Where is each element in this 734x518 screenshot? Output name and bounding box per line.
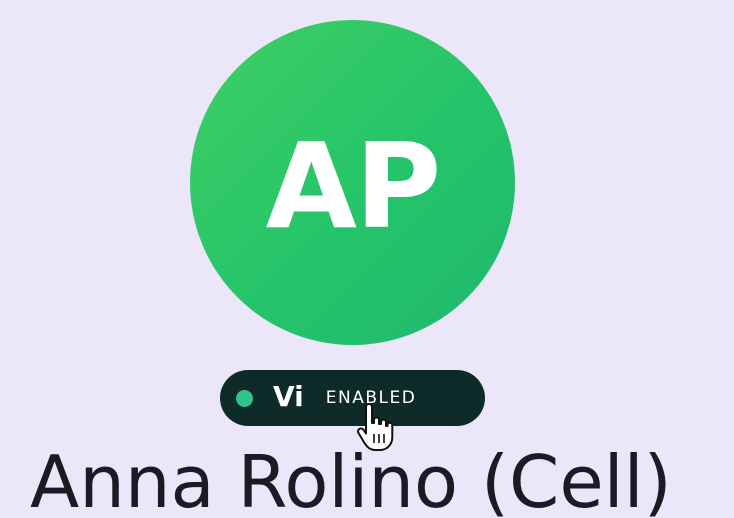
contact-name: Anna Rolino (Cell): [30, 446, 672, 518]
badge-brand-label: Vi: [273, 380, 304, 413]
vi-enabled-badge[interactable]: Vi ENABLED: [220, 370, 485, 426]
contact-avatar: AP: [190, 20, 515, 345]
avatar-initials: AP: [265, 116, 442, 255]
badge-status-label: ENABLED: [325, 387, 417, 408]
status-dot-icon: [236, 389, 253, 407]
